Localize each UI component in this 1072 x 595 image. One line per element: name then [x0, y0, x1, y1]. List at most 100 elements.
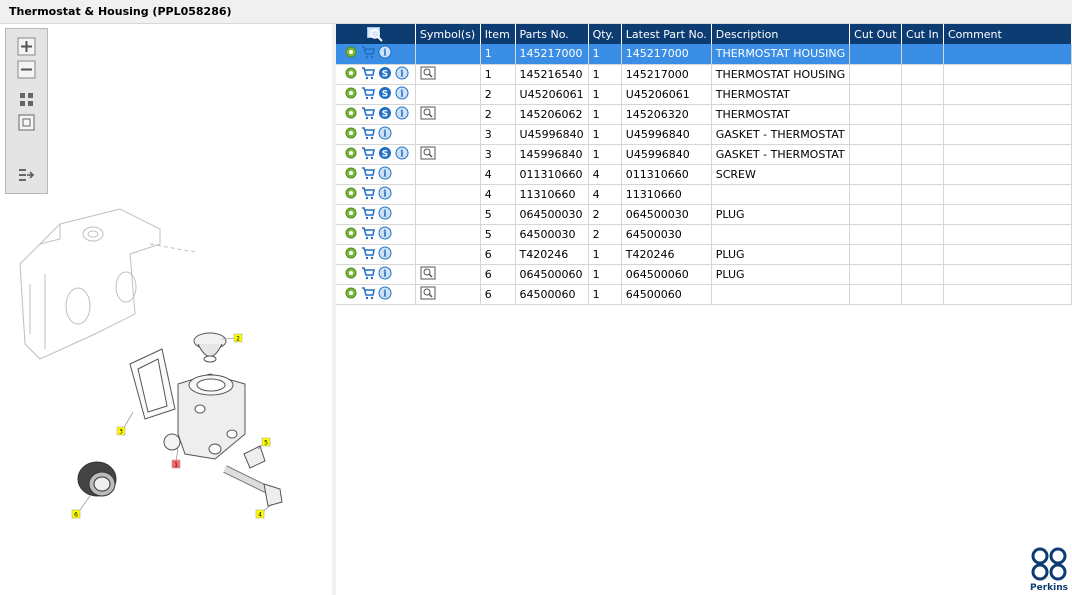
column-header-qty[interactable]: Qty. — [588, 24, 622, 44]
cart-icon[interactable] — [361, 186, 375, 203]
supersession-icon[interactable]: S — [378, 106, 392, 123]
column-header-tools[interactable] — [336, 24, 416, 44]
callout-5[interactable]: 5 — [261, 437, 271, 447]
symbol-book-icon[interactable] — [420, 286, 436, 303]
row-action-cell: i — [336, 164, 416, 185]
symbols-cell — [415, 264, 481, 285]
row-action-cell: i — [336, 224, 416, 245]
info-icon[interactable]: i — [378, 45, 392, 62]
callout-6[interactable]: 6 — [71, 509, 81, 519]
plug-6-part[interactable] — [77, 461, 117, 497]
table-row[interactable]: i 6 064500060 1 064500060 PLUG — [336, 264, 1072, 285]
info-icon[interactable]: i — [378, 126, 392, 143]
cart-icon[interactable] — [361, 246, 375, 263]
symbol-book-icon[interactable] — [420, 266, 436, 283]
gear-icon[interactable] — [344, 166, 358, 183]
gear-icon[interactable] — [344, 106, 358, 123]
table-row[interactable]: i 4 011310660 4 011310660 SCREW — [336, 164, 1072, 185]
table-row[interactable]: i 6 T420246 1 T420246 PLUG — [336, 244, 1072, 265]
column-header-symbols[interactable]: Symbol(s) — [415, 24, 481, 44]
cut-out-cell — [849, 264, 903, 285]
table-row[interactable]: i 3 U45996840 1 U45996840 GASKET - THERMOSTAT — [336, 124, 1072, 145]
actual-size-icon[interactable] — [17, 113, 36, 132]
table-row[interactable]: Si 3 145996840 1 U45996840 GASKET - THERMOSTA… — [336, 144, 1072, 165]
screw-part[interactable] — [223, 465, 283, 507]
fit-view-icon[interactable] — [17, 90, 36, 109]
gear-icon[interactable] — [344, 226, 358, 243]
cart-icon[interactable] — [361, 86, 375, 103]
part-no-cell: T420246 — [515, 244, 589, 265]
info-icon[interactable]: i — [395, 86, 409, 103]
cart-icon[interactable] — [361, 126, 375, 143]
column-header-part-no[interactable]: Parts No. — [515, 24, 589, 44]
cart-icon[interactable] — [361, 206, 375, 223]
zoom-out-icon[interactable] — [17, 60, 36, 79]
table-row[interactable]: Si 2 145206062 1 145206320 THERMOSTAT — [336, 104, 1072, 125]
cut-out-cell — [849, 104, 903, 125]
info-icon[interactable]: i — [378, 266, 392, 283]
gear-icon[interactable] — [344, 45, 358, 62]
zoom-to-part-icon[interactable] — [367, 26, 384, 42]
cart-icon[interactable] — [361, 146, 375, 163]
gasket-part[interactable] — [129, 348, 176, 420]
thermostat-housing-part[interactable] — [163, 373, 246, 460]
table-row[interactable]: Si 1 145216540 1 145217000 THERMOSTAT HOUSING — [336, 64, 1072, 85]
info-icon[interactable]: i — [378, 286, 392, 303]
diagram-pane[interactable]: 2 3 1 5 4 6 — [0, 24, 332, 595]
gear-icon[interactable] — [344, 86, 358, 103]
callout-label: 2 — [236, 336, 240, 343]
plug-5-part[interactable] — [243, 445, 266, 469]
info-icon[interactable]: i — [378, 186, 392, 203]
info-icon[interactable]: i — [395, 106, 409, 123]
cart-icon[interactable] — [361, 66, 375, 83]
info-icon[interactable]: i — [378, 246, 392, 263]
cart-icon[interactable] — [361, 45, 375, 62]
callout-4[interactable]: 4 — [255, 509, 265, 519]
thermostat-part[interactable] — [193, 332, 227, 363]
column-header-cut-in[interactable]: Cut In — [901, 24, 944, 44]
info-icon[interactable]: i — [378, 226, 392, 243]
callout-2[interactable]: 2 — [233, 333, 243, 343]
cart-icon[interactable] — [361, 286, 375, 303]
column-header-latest-part-no[interactable]: Latest Part No. — [621, 24, 712, 44]
supersession-icon[interactable]: S — [378, 146, 392, 163]
exploded-parts-diagram[interactable]: 2 3 1 5 4 6 — [0, 184, 332, 564]
gear-icon[interactable] — [344, 246, 358, 263]
gear-icon[interactable] — [344, 286, 358, 303]
info-icon[interactable]: i — [395, 146, 409, 163]
cart-icon[interactable] — [361, 226, 375, 243]
symbol-book-icon[interactable] — [420, 66, 436, 83]
info-icon[interactable]: i — [395, 66, 409, 83]
table-row[interactable]: i 5 064500030 2 064500030 PLUG — [336, 204, 1072, 225]
gear-icon[interactable] — [344, 126, 358, 143]
column-header-comment[interactable]: Comment — [943, 24, 1072, 44]
table-row[interactable]: i 6 64500060 1 64500060 — [336, 284, 1072, 305]
gear-icon[interactable] — [344, 146, 358, 163]
zoom-in-icon[interactable] — [17, 37, 36, 56]
callout-1[interactable]: 1 — [171, 459, 181, 469]
gear-icon[interactable] — [344, 266, 358, 283]
export-list-icon[interactable] — [17, 166, 36, 185]
gear-icon[interactable] — [344, 66, 358, 83]
gear-icon[interactable] — [344, 206, 358, 223]
table-row[interactable]: i 1 145217000 1 145217000 THERMOSTAT HOUSING — [336, 44, 1072, 65]
column-header-item[interactable]: Item — [480, 24, 516, 44]
column-header-description[interactable]: Description — [711, 24, 851, 44]
cart-icon[interactable] — [361, 266, 375, 283]
table-row[interactable]: i 4 11310660 4 11310660 — [336, 184, 1072, 205]
symbols-cell — [415, 144, 481, 165]
callout-3[interactable]: 3 — [116, 426, 126, 436]
table-row[interactable]: Si 2 U45206061 1 U45206061 THERMOSTAT — [336, 84, 1072, 105]
symbol-book-icon[interactable] — [420, 106, 436, 123]
symbol-book-icon[interactable] — [420, 146, 436, 163]
info-icon[interactable]: i — [378, 206, 392, 223]
cart-icon[interactable] — [361, 106, 375, 123]
column-header-cut-out[interactable]: Cut Out — [849, 24, 903, 44]
perkins-logo: Perkins — [1027, 546, 1071, 594]
supersession-icon[interactable]: S — [378, 86, 392, 103]
info-icon[interactable]: i — [378, 166, 392, 183]
supersession-icon[interactable]: S — [378, 66, 392, 83]
cart-icon[interactable] — [361, 166, 375, 183]
table-row[interactable]: i 5 64500030 2 64500030 — [336, 224, 1072, 245]
gear-icon[interactable] — [344, 186, 358, 203]
